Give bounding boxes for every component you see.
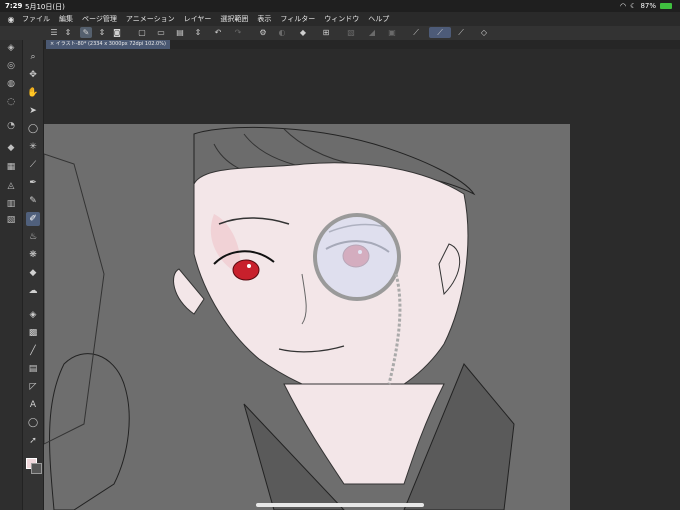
- menu-edit[interactable]: 編集: [59, 14, 73, 24]
- magic-wand-icon[interactable]: ✳: [26, 140, 40, 154]
- command-bar: ☰ ⇕ ✎ ⇕ ◙ ▢ ▭ ▤ ⇕ ↶ ↷ ⚙ ◐ ◆ ⊞ ▧ ◢ ▣ ⟋ ⟋ …: [0, 26, 680, 41]
- blend-tool-icon[interactable]: ☁: [26, 284, 40, 298]
- illustration: [44, 126, 515, 510]
- undo-icon[interactable]: ↶: [212, 27, 224, 38]
- intermediate-color-icon[interactable]: ◬: [5, 180, 17, 192]
- clear-icon[interactable]: ▧: [345, 27, 357, 38]
- pen-sub-tool-icon[interactable]: ✎: [80, 27, 92, 38]
- status-right: ◠ ☾ 87%: [620, 2, 672, 10]
- app-logo-icon[interactable]: ◉: [0, 15, 22, 24]
- move-tool-icon[interactable]: ✥: [26, 68, 40, 82]
- menu-file[interactable]: ファイル: [22, 14, 50, 24]
- menu-filter[interactable]: フィルター: [280, 14, 315, 24]
- redo-icon[interactable]: ↷: [232, 27, 244, 38]
- home-indicator: [256, 503, 424, 507]
- layer-property-icon[interactable]: ◎: [5, 60, 17, 72]
- color-wheel-icon[interactable]: ◔: [5, 120, 17, 132]
- color-set-icon[interactable]: ▦: [5, 161, 17, 173]
- wifi-icon: ◠: [620, 2, 627, 10]
- canvas-workspace[interactable]: [44, 49, 680, 510]
- menu-page-management[interactable]: ページ管理: [82, 14, 117, 24]
- ear-left: [173, 268, 205, 315]
- frame-border-icon[interactable]: ▤: [26, 362, 40, 376]
- moon-icon: ☾: [630, 2, 637, 10]
- balloon-tool-icon[interactable]: ◯: [26, 416, 40, 430]
- brush-tool-icon[interactable]: ✐: [26, 212, 40, 226]
- menu-selection[interactable]: 選択範囲: [220, 14, 248, 24]
- new-file-icon[interactable]: ▢: [136, 27, 148, 38]
- menu-bar: ◉ ファイル 編集 ページ管理 アニメーション レイヤー 選択範囲 表示 フィル…: [0, 12, 680, 26]
- operation-tool-icon[interactable]: ➤: [26, 104, 40, 118]
- hamburger-menu-icon[interactable]: ☰: [48, 27, 60, 38]
- material-icon[interactable]: ▧: [5, 214, 17, 226]
- eye-left: [232, 259, 260, 281]
- side-panel-icons: ◈ ◎ ◍ ◌ ◔ ◆ ▦ ◬ ▥ ▧: [0, 40, 23, 510]
- updown-arrow-icon[interactable]: ⇕: [192, 27, 204, 38]
- hand-tool-icon[interactable]: ✋: [26, 86, 40, 100]
- menu-view[interactable]: 表示: [257, 14, 271, 24]
- menu-help[interactable]: ヘルプ: [368, 14, 389, 24]
- item-sketch: [44, 153, 105, 445]
- reference-icon[interactable]: ◇: [478, 27, 490, 38]
- text-tool-icon[interactable]: A: [26, 398, 40, 412]
- save-icon[interactable]: ▤: [174, 27, 186, 38]
- menu-animation[interactable]: アニメーション: [126, 14, 175, 24]
- airbrush-tool-icon[interactable]: ♨: [26, 230, 40, 244]
- ruler-tool-icon[interactable]: ◸: [26, 380, 40, 394]
- pen-tool-icon[interactable]: ✒: [26, 176, 40, 190]
- eyedropper-icon[interactable]: ⟋: [26, 158, 40, 172]
- camera-icon[interactable]: ◙: [111, 27, 123, 38]
- canvas-tab-bar: × イラスト-80* (2334 x 3000px 72dpi 102.0%): [44, 40, 680, 49]
- gradient-icon[interactable]: ◢: [366, 27, 378, 38]
- menu-layer[interactable]: レイヤー: [184, 14, 212, 24]
- tool-palette: ⌕ ✥ ✋ ➤ ◯ ✳ ⟋ ✒ ✎ ✐ ♨ ❋ ◆ ☁ ◈ ▩ ╱ ▤ ◸ A …: [23, 40, 44, 510]
- ios-status-bar: 7:29 5月10日(日) ◠ ☾ 87%: [0, 0, 680, 12]
- stabilizer-toggle-icon[interactable]: ⟋: [429, 27, 451, 38]
- lasso-tool-icon[interactable]: ◯: [26, 122, 40, 136]
- color-history-icon[interactable]: ▥: [5, 198, 17, 210]
- status-date: 5月10日(日): [25, 3, 65, 11]
- decoration-tool-icon[interactable]: ❋: [26, 248, 40, 262]
- sub-tool-icon[interactable]: ◍: [5, 78, 17, 90]
- battery-percent: 87%: [640, 2, 656, 10]
- transform-icon[interactable]: ▣: [386, 27, 398, 38]
- invert-selection-icon[interactable]: ◐: [276, 27, 288, 38]
- color-slider-icon[interactable]: ◆: [5, 142, 17, 154]
- fill-bucket-icon[interactable]: ◆: [297, 27, 309, 38]
- battery-icon: [660, 3, 672, 9]
- vector-snap-icon[interactable]: ⟋: [455, 27, 467, 38]
- menu-window[interactable]: ウィンドウ: [324, 14, 359, 24]
- fill-tool-icon[interactable]: ◈: [26, 308, 40, 322]
- figure-tool-icon[interactable]: ╱: [26, 344, 40, 358]
- status-time: 7:29: [5, 2, 23, 10]
- artboard[interactable]: [44, 124, 570, 510]
- layers-stack-icon[interactable]: ◈: [5, 42, 17, 54]
- eraser-tool-icon[interactable]: ◆: [26, 266, 40, 280]
- sub-color-swatch[interactable]: [31, 463, 42, 474]
- updown-arrow-icon[interactable]: ⇕: [62, 27, 74, 38]
- correct-line-icon[interactable]: ➚: [26, 434, 40, 448]
- canvas-tab-label: イラスト-80* (2334 x 3000px 72dpi 102.0%): [55, 41, 166, 47]
- canvas-tab[interactable]: × イラスト-80* (2334 x 3000px 72dpi 102.0%): [46, 40, 170, 49]
- pencil-tool-icon[interactable]: ✎: [26, 194, 40, 208]
- gradient-tool-icon[interactable]: ▩: [26, 326, 40, 340]
- crop-icon[interactable]: ⊞: [320, 27, 332, 38]
- hand-sketch: [49, 353, 130, 510]
- zoom-tool-icon[interactable]: ⌕: [26, 50, 40, 64]
- brush-size-icon[interactable]: ◌: [5, 96, 17, 108]
- neck: [283, 383, 445, 485]
- ruler-icon[interactable]: ⟋: [410, 27, 422, 38]
- updown-arrow-icon[interactable]: ⇕: [96, 27, 108, 38]
- open-folder-icon[interactable]: ▭: [155, 27, 167, 38]
- lasso-select-icon[interactable]: ⚙: [257, 27, 269, 38]
- monocle: [313, 213, 401, 301]
